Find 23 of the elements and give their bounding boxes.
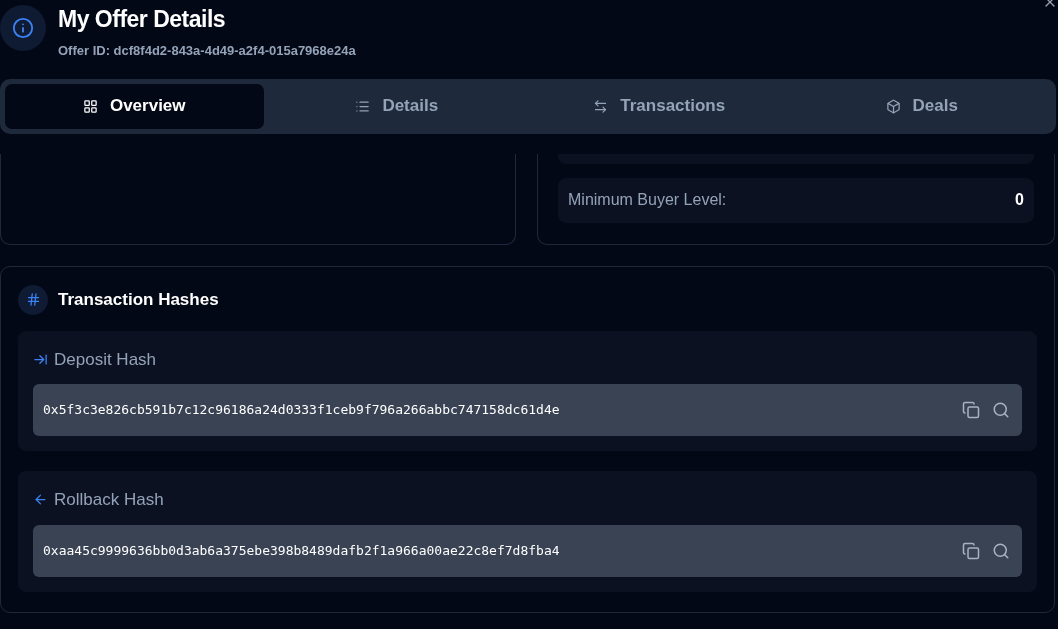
- grid-icon: [82, 98, 98, 114]
- term-value: 0: [1015, 190, 1024, 210]
- copy-icon[interactable]: [962, 541, 980, 560]
- offer-id: Offer ID: dcf8f4d2-843a-4d49-a2f4-015a7968e24a: [58, 42, 356, 60]
- hash-value: 0x5f3c3e826cb591b7c12c96186a24d0333f1ceb9f796a266abbc747158dc61d4e: [43, 401, 560, 420]
- swap-arrows-icon: [593, 98, 609, 114]
- info-icon: [12, 17, 34, 39]
- tab[interactable]: Details: [267, 83, 526, 129]
- tab[interactable]: Overview: [5, 83, 264, 129]
- search-icon[interactable]: [992, 401, 1010, 419]
- search-icon[interactable]: [992, 541, 1010, 560]
- list-icon: [355, 98, 371, 114]
- copy-icon[interactable]: [962, 401, 980, 419]
- hash-value: 0xaa45c9999636bb0d3ab6a375ebe398b8489dafb2f1a966a00ae22c8ef7d8fba4: [43, 541, 560, 560]
- cube-icon: [885, 98, 901, 114]
- hash-label: Rollback Hash: [54, 489, 164, 511]
- tab[interactable]: Transactions: [530, 83, 789, 129]
- page-title: My Offer Details: [58, 5, 227, 33]
- hash-icon: [25, 292, 41, 307]
- tab[interactable]: Deals: [792, 83, 1051, 129]
- term-label: Minimum Buyer Level:: [568, 190, 727, 210]
- section-title: Transaction Hashes: [58, 288, 219, 311]
- hash-label: Deposit Hash: [54, 348, 157, 371]
